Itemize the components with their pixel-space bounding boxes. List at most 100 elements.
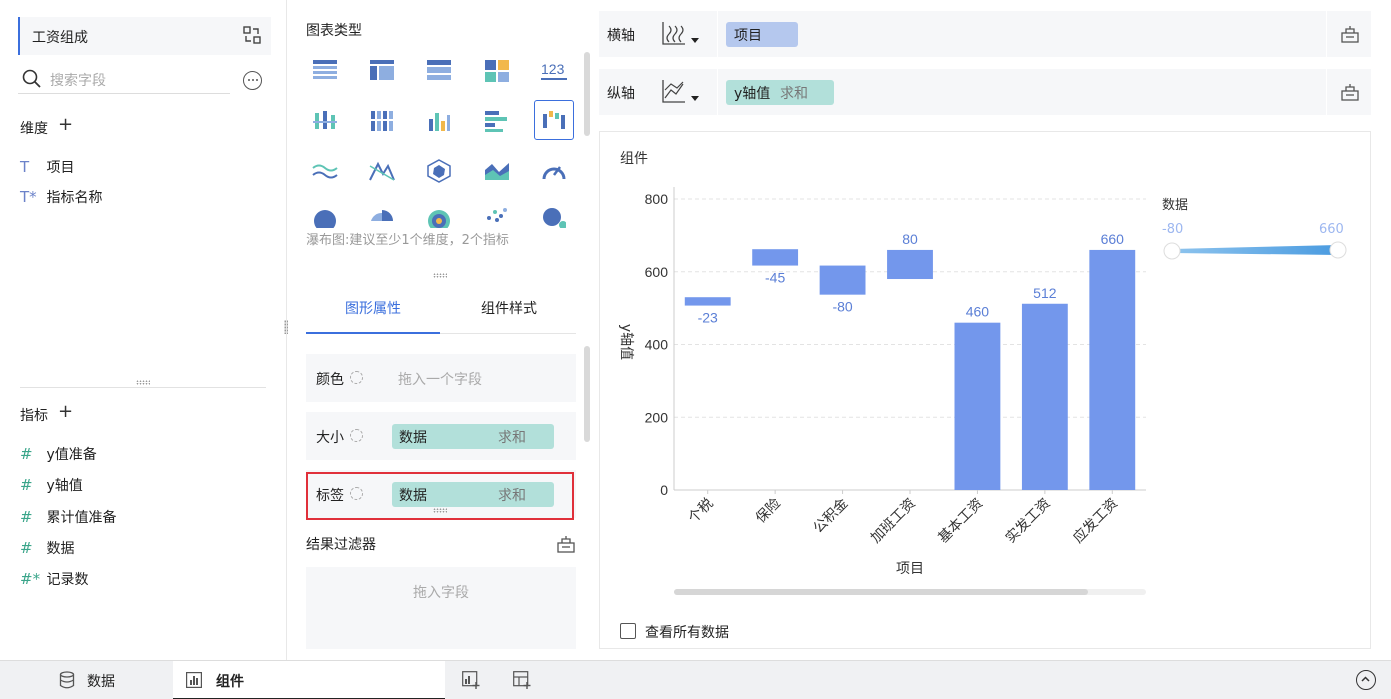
add-dashboard-icon[interactable] bbox=[513, 671, 532, 690]
filter-settings-icon[interactable] bbox=[556, 534, 576, 554]
x-axis-label: 横轴 bbox=[607, 28, 635, 44]
bubble-chart-icon[interactable] bbox=[534, 200, 574, 228]
x-axis-settings-icon[interactable] bbox=[1340, 24, 1360, 44]
property-tabs: 图形属性 组件样式 bbox=[306, 288, 576, 334]
bar bbox=[752, 249, 799, 266]
grouped-bar-icon[interactable] bbox=[305, 101, 345, 141]
tab-component-style[interactable]: 组件样式 bbox=[442, 288, 576, 334]
y-axis-settings-icon[interactable] bbox=[1340, 82, 1360, 102]
bar bbox=[887, 249, 933, 280]
show-all-data-checkbox[interactable] bbox=[620, 623, 636, 639]
measure-label: 数据 bbox=[46, 541, 75, 557]
size-property-row[interactable]: 大小 数据 求和 bbox=[306, 412, 576, 460]
measure-label: y轴值 bbox=[46, 478, 83, 494]
measure-item[interactable]: # 数据 bbox=[20, 538, 74, 560]
tab-data[interactable]: 数据 bbox=[0, 661, 172, 699]
x-axis-field: 项目 bbox=[734, 28, 762, 44]
add-dimension-button[interactable]: + bbox=[58, 114, 73, 135]
x-tick-label: 个税 bbox=[685, 496, 716, 527]
x-tick-label: 保险 bbox=[753, 496, 784, 527]
waterfall-chart-icon[interactable] bbox=[534, 100, 574, 140]
filter-drop-zone[interactable]: 拖入字段 bbox=[306, 567, 576, 649]
rose-chart-icon[interactable] bbox=[362, 200, 402, 228]
number-field-icon: # bbox=[20, 476, 33, 494]
dashboard-card-icon[interactable] bbox=[477, 51, 517, 91]
y-axis-row: 纵轴 y轴值 求和 bbox=[599, 69, 1371, 115]
collapse-up-button[interactable] bbox=[1356, 670, 1376, 690]
table-chart-icon[interactable] bbox=[305, 51, 345, 91]
data-label: -45 bbox=[765, 270, 785, 286]
bar bbox=[819, 265, 866, 295]
bar bbox=[1089, 249, 1136, 490]
number-field-icon: # bbox=[20, 445, 33, 463]
divider bbox=[20, 387, 266, 388]
add-measure-button[interactable]: + bbox=[58, 401, 73, 422]
chevron-up-icon bbox=[1361, 676, 1370, 682]
chart-types-scrollbar[interactable] bbox=[584, 52, 590, 136]
search-placeholder: 搜索字段 bbox=[50, 73, 106, 89]
pie-chart-icon[interactable] bbox=[305, 200, 345, 228]
tab-shape-properties[interactable]: 图形属性 bbox=[306, 288, 440, 334]
legend-max: 660 bbox=[1319, 222, 1344, 237]
section-resize-handle[interactable] bbox=[433, 273, 447, 278]
measure-item[interactable]: # y轴值 bbox=[20, 475, 83, 497]
color-property-row[interactable]: 颜色 拖入一个字段 bbox=[306, 354, 576, 402]
color-label: 颜色 bbox=[316, 372, 344, 388]
dimension-item[interactable]: T* 指标名称 bbox=[20, 187, 102, 209]
y-axis-type-icon[interactable] bbox=[659, 78, 703, 106]
filter-drop-placeholder: 拖入字段 bbox=[413, 585, 469, 601]
dimension-item[interactable]: T 项目 bbox=[20, 157, 74, 179]
line-chart-icon[interactable] bbox=[305, 151, 345, 191]
bar-chart-icon bbox=[186, 672, 202, 688]
measure-item[interactable]: #* 记录数 bbox=[20, 569, 88, 591]
horizontal-bar-icon[interactable] bbox=[477, 101, 517, 141]
size-field-pill[interactable]: 数据 求和 bbox=[392, 424, 554, 449]
x-axis-title: 项目 bbox=[896, 561, 924, 577]
radar-line-icon[interactable] bbox=[362, 151, 402, 191]
calculated-text-field-icon: T* bbox=[20, 188, 37, 206]
column-chart-icon[interactable] bbox=[419, 101, 459, 141]
size-label: 大小 bbox=[316, 430, 344, 446]
kpi-number-icon[interactable]: 123 bbox=[534, 51, 574, 91]
size-settings-icon[interactable] bbox=[350, 429, 363, 442]
measure-item[interactable]: # 累计值准备 bbox=[20, 507, 116, 529]
calculated-number-field-icon: #* bbox=[20, 570, 41, 588]
legend-min: -80 bbox=[1162, 222, 1184, 237]
color-settings-icon[interactable] bbox=[350, 371, 363, 384]
measure-item[interactable]: # y值准备 bbox=[20, 444, 97, 466]
more-options-icon[interactable] bbox=[243, 71, 262, 90]
data-label: 460 bbox=[966, 304, 990, 320]
x-tick-label: 应发工资 bbox=[1069, 495, 1121, 547]
tab-component[interactable]: 组件 bbox=[173, 661, 445, 699]
x-axis-field-pill[interactable]: 项目 bbox=[726, 22, 798, 47]
gauge-chart-icon[interactable] bbox=[534, 151, 574, 191]
y-tick-label: 400 bbox=[645, 337, 669, 353]
data-label: 512 bbox=[1033, 285, 1057, 301]
stacked-bar-icon[interactable] bbox=[362, 101, 402, 141]
properties-scrollbar[interactable] bbox=[584, 346, 590, 442]
table-name-box[interactable]: 工资组成 bbox=[18, 17, 271, 55]
table-name: 工资组成 bbox=[32, 30, 88, 46]
radar-chart-icon[interactable] bbox=[419, 151, 459, 191]
area-chart-icon[interactable] bbox=[477, 151, 517, 191]
separator bbox=[717, 69, 718, 115]
panel-resize-handle[interactable] bbox=[136, 380, 150, 385]
section-resize-handle[interactable] bbox=[433, 508, 447, 513]
bar bbox=[954, 322, 1001, 490]
add-component-icon[interactable] bbox=[462, 671, 481, 690]
x-tick-label: 实发工资 bbox=[1003, 496, 1054, 547]
x-axis-type-icon[interactable] bbox=[659, 20, 703, 48]
cross-table-icon[interactable] bbox=[362, 51, 402, 91]
multi-pie-icon[interactable] bbox=[419, 200, 459, 228]
y-axis-title: y轴值 bbox=[618, 324, 634, 360]
y-axis-field-pill[interactable]: y轴值 求和 bbox=[726, 80, 834, 105]
scatter-chart-icon[interactable] bbox=[477, 200, 517, 228]
data-label: 660 bbox=[1101, 231, 1125, 247]
switch-table-icon[interactable] bbox=[243, 26, 261, 44]
svg-text:123: 123 bbox=[541, 61, 565, 77]
detail-table-icon[interactable] bbox=[419, 51, 459, 91]
search-field[interactable]: 搜索字段 bbox=[18, 66, 230, 94]
dimension-label: 项目 bbox=[46, 160, 75, 176]
y-tick-label: 200 bbox=[645, 409, 669, 425]
tab-data-label: 数据 bbox=[87, 674, 115, 690]
